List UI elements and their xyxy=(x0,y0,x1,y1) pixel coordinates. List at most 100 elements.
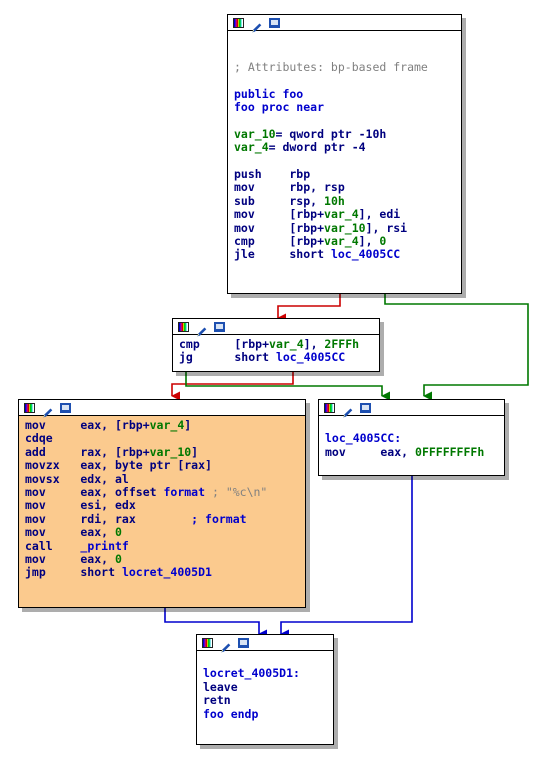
code-token: mov eax, xyxy=(25,552,116,567)
code-token: "%c\n" xyxy=(225,485,268,500)
code-token: ], xyxy=(358,234,380,249)
palette-icon[interactable] xyxy=(233,17,244,28)
code-token: ], rsi xyxy=(365,220,408,235)
code-token: jmp short xyxy=(25,565,122,580)
edge-printf-to-locret xyxy=(164,608,267,639)
code-line: ; Attributes: bp-based frame xyxy=(234,60,461,74)
code-token: 10h xyxy=(324,193,345,208)
node-code: cmp [rbp+var_4], 2FFFh jg short loc_4005C… xyxy=(173,335,379,369)
code-line: locret_4005D1: xyxy=(203,667,333,680)
node-titlebar[interactable] xyxy=(228,15,461,32)
code-token: movsx edx, al xyxy=(25,471,129,486)
edge-cmp-false-to-printf xyxy=(171,372,294,401)
screen-icon[interactable] xyxy=(214,321,225,332)
code-token: var_4 xyxy=(234,140,269,155)
code-token: push rbp xyxy=(234,166,311,181)
node-cmp-2fffh[interactable]: cmp [rbp+var_4], 2FFFh jg short loc_4005C… xyxy=(172,318,380,372)
code-token: mov eax, offset xyxy=(25,485,164,500)
node-titlebar[interactable] xyxy=(197,635,333,652)
code-token: mov [rbp+ xyxy=(234,220,325,235)
node-titlebar[interactable] xyxy=(19,400,305,417)
code-token: var_4 xyxy=(149,418,185,432)
code-line: mov eax, 0FFFFFFFFh xyxy=(325,444,504,459)
code-line: mov [rbp+var_4], edi xyxy=(234,208,461,221)
code-line: mov eax, [rbp+var_4] xyxy=(25,418,305,432)
code-line: sub rsp, 10h xyxy=(234,193,461,208)
code-token: foo endp xyxy=(203,706,259,721)
code-token: cdqe xyxy=(25,431,53,446)
code-token: locret_4005D1: xyxy=(203,666,300,681)
code-token: ] xyxy=(191,444,199,459)
code-line: retn xyxy=(203,694,333,707)
pencil-icon[interactable] xyxy=(342,403,353,417)
code-line: var_4= dword ptr -4 xyxy=(234,140,461,155)
code-line: movzx eax, byte ptr [rax] xyxy=(25,459,305,472)
palette-icon[interactable] xyxy=(178,321,189,332)
edge-entry-true-to-loc xyxy=(384,294,529,401)
node-titlebar[interactable] xyxy=(173,319,379,336)
code-token: cmp [rbp+ xyxy=(179,337,270,351)
code-token: ; xyxy=(205,485,226,500)
pencil-icon[interactable] xyxy=(220,638,231,652)
code-token: locret_4005D1 xyxy=(121,565,212,580)
code-line: public foo xyxy=(234,86,461,101)
node-loc-4005cc[interactable]: loc_4005CC: mov eax, 0FFFFFFFFh xyxy=(318,399,505,476)
screen-icon[interactable] xyxy=(60,402,71,413)
pencil-icon[interactable] xyxy=(251,18,262,32)
code-line: foo proc near xyxy=(234,99,461,114)
code-token: ; format xyxy=(191,511,247,526)
node-locret-4005d1[interactable]: locret_4005D1: leave retn foo endp xyxy=(196,634,334,745)
code-token: var_10 xyxy=(324,220,366,235)
edge-cmp-true-to-loc xyxy=(185,372,390,401)
code-token: mov eax, xyxy=(325,444,416,459)
palette-icon[interactable] xyxy=(202,637,213,648)
code-line: mov [rbp+var_10], rsi xyxy=(234,220,461,235)
code-token: var_4 xyxy=(324,234,359,249)
code-token: var_10 xyxy=(234,126,276,141)
code-token: ] xyxy=(184,418,192,432)
code-token: loc_4005CC: xyxy=(325,431,402,446)
code-token: mov rbp, rsp xyxy=(234,180,345,195)
code-token: foo proc near xyxy=(234,99,325,114)
palette-icon[interactable] xyxy=(24,402,35,413)
code-line: mov esi, edx xyxy=(25,499,305,512)
code-token: call xyxy=(25,538,81,553)
code-line: mov eax, 0 xyxy=(25,526,305,539)
code-line: var_10= qword ptr -10h xyxy=(234,126,461,141)
node-printf-body[interactable]: mov eax, [rbp+var_4] cdqe add rax, [rbp+va… xyxy=(18,399,306,608)
code-token: = qword ptr -10h xyxy=(275,126,387,141)
code-token: _printf xyxy=(80,538,129,553)
code-token: = dword ptr -4 xyxy=(268,140,366,155)
code-token: 2FFFh xyxy=(324,337,360,351)
code-token: var_10 xyxy=(149,444,192,459)
code-token: sub rsp, xyxy=(234,193,325,208)
palette-icon[interactable] xyxy=(324,402,335,413)
code-token: jg short xyxy=(179,350,276,365)
code-line: movsx edx, al xyxy=(25,471,305,486)
code-token: 0 xyxy=(115,552,122,567)
code-token: mov esi, edx xyxy=(25,498,136,513)
code-line: mov eax, offset format ; "%c\n" xyxy=(25,485,305,500)
screen-icon[interactable] xyxy=(238,637,249,648)
node-entry-foo[interactable]: ; Attributes: bp-based frame public foo f… xyxy=(227,14,462,294)
code-token: format xyxy=(163,485,206,500)
pencil-icon[interactable] xyxy=(42,403,53,417)
code-line: mov rdi, rax ; format xyxy=(25,511,305,526)
screen-icon[interactable] xyxy=(360,402,371,413)
code-token: public foo xyxy=(234,86,304,101)
graph-canvas[interactable]: ; Attributes: bp-based frame public foo f… xyxy=(0,0,543,772)
pencil-icon[interactable] xyxy=(196,322,207,336)
screen-icon[interactable] xyxy=(269,17,280,28)
code-line: foo endp xyxy=(203,706,333,721)
code-token: var_4 xyxy=(269,337,304,351)
edge-entry-false-to-cmp xyxy=(277,294,341,323)
node-titlebar[interactable] xyxy=(319,400,504,417)
code-token: ], edi xyxy=(358,207,401,222)
code-token: ], xyxy=(303,337,325,351)
code-token: leave xyxy=(203,679,238,694)
